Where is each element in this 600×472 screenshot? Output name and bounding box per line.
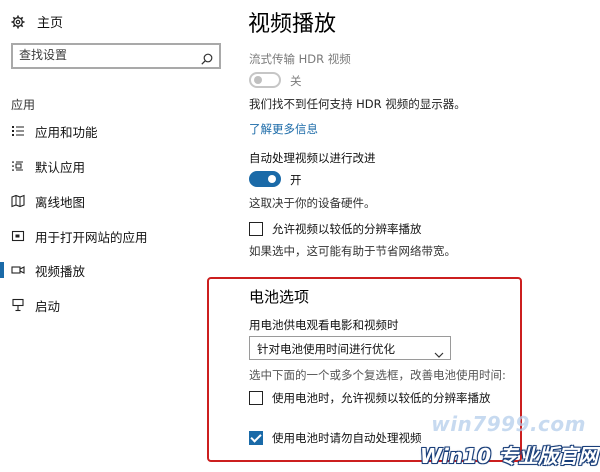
auto-process-label: 自动处理视频以进行改进 <box>249 151 376 165</box>
settings-search-box[interactable] <box>11 43 221 69</box>
battery-options-heading: 电池选项 <box>249 288 310 306</box>
battery-playback-dropdown[interactable]: 针对电池使用时间进行优化 <box>249 336 451 360</box>
settings-sidebar: 主页 应用 应用和功能 默认应用 离线地图 用于打开网站的应用 <box>0 0 232 472</box>
auto-process-note: 这取决于你的设备硬件。 <box>249 196 376 210</box>
list-icon <box>11 124 25 138</box>
startup-icon <box>11 298 25 312</box>
battery-dropdown-label: 用电池供电观看电影和视频时 <box>249 318 399 332</box>
section-label-apps: 应用 <box>11 98 36 112</box>
sidebar-item-label: 应用和功能 <box>35 124 98 140</box>
low-res-note: 如果选中，这可能有助于节省网络带宽。 <box>249 244 456 258</box>
hdr-toggle[interactable] <box>249 72 281 88</box>
video-icon <box>11 263 25 277</box>
sidebar-item-label: 启动 <box>35 298 61 314</box>
sidebar-item-startup[interactable]: 启动 <box>0 291 232 319</box>
sidebar-item-label: 视频播放 <box>35 263 86 279</box>
search-input[interactable] <box>19 48 194 62</box>
sidebar-item-apps-for-websites[interactable]: 用于打开网站的应用 <box>0 222 232 250</box>
chevron-down-icon <box>434 344 444 358</box>
hdr-streaming-label: 流式传输 HDR 视频 <box>249 52 351 66</box>
dropdown-selected-value: 针对电池使用时间进行优化 <box>257 342 395 356</box>
hdr-toggle-state: 关 <box>290 74 302 88</box>
gear-icon <box>11 15 25 29</box>
sidebar-item-label: 离线地图 <box>35 194 86 210</box>
battery-low-res-label: 使用电池时，允许视频以较低的分辨率播放 <box>272 391 491 405</box>
hdr-note: 我们找不到任何支持 HDR 视频的显示器。 <box>249 97 466 111</box>
sidebar-item-default-apps[interactable]: 默认应用 <box>0 152 232 180</box>
sidebar-item-offline-maps[interactable]: 离线地图 <box>0 187 232 215</box>
search-icon[interactable] <box>201 50 213 65</box>
brand-logo: Win10 专业版官网 <box>420 440 598 468</box>
sidebar-item-video-playback[interactable]: 视频播放 <box>0 256 232 284</box>
low-res-checkbox-label: 允许视频以较低的分辨率播放 <box>272 222 422 236</box>
main-content: 视频播放 流式传输 HDR 视频 关 我们找不到任何支持 HDR 视频的显示器。… <box>232 0 600 472</box>
battery-low-res-checkbox[interactable] <box>249 391 263 405</box>
auto-process-state: 开 <box>290 173 302 187</box>
sidebar-item-label: 用于打开网站的应用 <box>35 229 148 245</box>
battery-no-auto-process-checkbox[interactable] <box>249 431 263 445</box>
battery-hint: 选中下面的一个或多个复选框，改善电池使用时间: <box>249 368 506 382</box>
low-res-checkbox[interactable] <box>249 222 263 236</box>
map-icon <box>11 194 25 208</box>
learn-more-link[interactable]: 了解更多信息 <box>249 121 318 137</box>
toggle-knob <box>268 175 276 183</box>
home-label: 主页 <box>37 16 64 31</box>
auto-process-toggle[interactable] <box>249 171 281 187</box>
brand-logo-text: Win10 专业版官网 <box>420 443 598 468</box>
toggle-knob <box>254 76 262 84</box>
sidebar-item-apps-features[interactable]: 应用和功能 <box>0 117 232 145</box>
active-indicator <box>0 262 4 278</box>
battery-no-auto-process-label: 使用电池时请勿自动处理视频 <box>272 431 422 445</box>
open-web-icon <box>11 229 25 243</box>
site-watermark: win7999.com <box>431 412 586 436</box>
page-title: 视频播放 <box>248 12 337 37</box>
default-apps-icon <box>11 159 25 173</box>
sidebar-item-label: 默认应用 <box>35 159 86 175</box>
home-nav-item[interactable]: 主页 <box>11 12 63 31</box>
